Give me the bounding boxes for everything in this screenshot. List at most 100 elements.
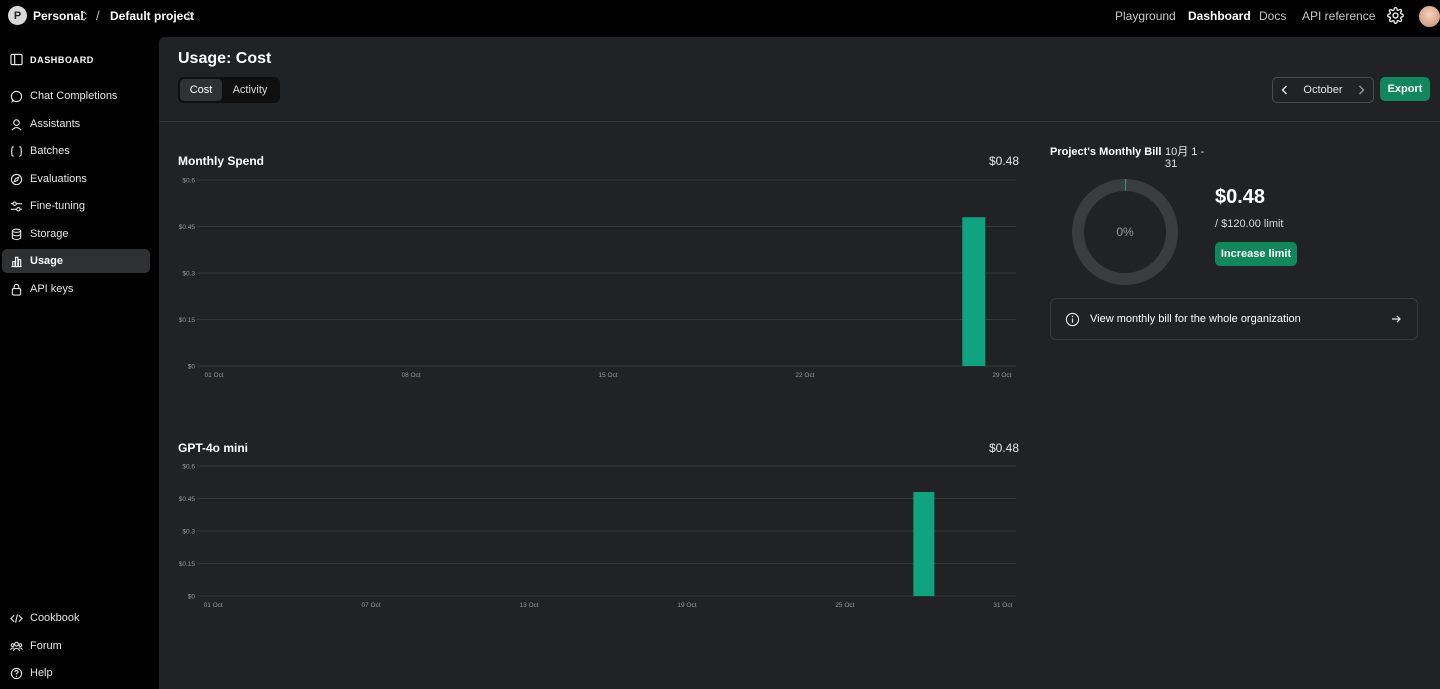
arrow-right-icon — [1392, 315, 1401, 323]
x-tick-label: 13 Oct — [519, 602, 538, 609]
assistant-icon — [11, 118, 22, 130]
export-button[interactable]: Export — [1380, 77, 1430, 101]
sidebar-item-label: Chat Completions — [30, 90, 118, 102]
bill-donut: 0% — [1072, 179, 1178, 285]
org-bill-text: View monthly bill for the whole organiza… — [1090, 313, 1301, 325]
chevron-updown-icon[interactable] — [185, 10, 193, 22]
x-tick-label: 22 Oct — [795, 372, 814, 379]
y-tick-label: $0.45 — [179, 496, 196, 503]
x-tick-label: 01 Oct — [204, 372, 223, 379]
chart-total: $0.48 — [988, 154, 1019, 168]
x-tick-label: 19 Oct — [677, 602, 696, 609]
page-title: Usage: Cost — [178, 50, 272, 67]
usage-tabs: Cost Activity — [178, 77, 280, 103]
x-tick-label: 25 Oct — [835, 602, 854, 609]
y-tick-label: $0.6 — [182, 464, 195, 471]
nav-playground[interactable]: Playground — [1115, 9, 1176, 23]
y-tick-label: $0 — [188, 594, 196, 601]
bar-chart-icon — [11, 256, 22, 267]
sidebar-item-label: API keys — [30, 283, 74, 295]
tab-activity[interactable]: Activity — [222, 79, 278, 101]
sidebar-item-label: Forum — [30, 640, 62, 652]
sidebar-toggle-icon[interactable] — [10, 53, 23, 66]
chevron-left-icon[interactable] — [1279, 84, 1291, 96]
lock-icon — [11, 283, 22, 296]
sidebar-header-label: DASHBOARD — [30, 54, 94, 65]
bill-range: 10月 1 - 31 — [1165, 146, 1209, 170]
sidebar-item-help[interactable]: Help — [2, 661, 150, 685]
sidebar-item-label: Storage — [30, 228, 69, 240]
sidebar-item-label: Assistants — [30, 118, 81, 130]
x-tick-label: 07 Oct — [362, 602, 381, 609]
compass-icon — [10, 173, 23, 185]
x-tick-label: 08 Oct — [401, 372, 420, 379]
chart-title: GPT-4o mini — [178, 441, 249, 455]
monthly-spend-chart: $0 $0.15 $0.3 $0.45 $0.6 01 Oct 08 Oct 15 Oct 22… — [179, 178, 1016, 379]
sidebar-item-evaluations[interactable]: Evaluations — [2, 167, 150, 191]
people-icon — [10, 641, 23, 651]
sidebar: DASHBOARD Chat Completions Assistants Ba… — [0, 34, 159, 689]
increase-limit-button[interactable]: Increase limit — [1215, 242, 1297, 266]
nav-api-reference[interactable]: API reference — [1302, 9, 1375, 23]
chevron-right-icon[interactable] — [1355, 84, 1367, 96]
gear-icon[interactable] — [1387, 7, 1404, 24]
info-icon — [1065, 312, 1080, 327]
bill-range-start: 10月 1 - — [1165, 146, 1205, 158]
y-tick-label: $0.45 — [179, 224, 196, 231]
user-avatar[interactable] — [1419, 6, 1440, 27]
sidebar-item-usage[interactable]: Usage — [2, 249, 150, 273]
code-icon — [10, 613, 23, 623]
sidebar-item-assistants[interactable]: Assistants — [2, 112, 150, 136]
sidebar-item-forum[interactable]: Forum — [2, 634, 150, 658]
nav-dashboard[interactable]: Dashboard — [1188, 9, 1251, 23]
org-switcher[interactable]: Personal — [33, 9, 84, 23]
sidebar-item-label: Help — [30, 667, 53, 679]
sidebar-item-cookbook[interactable]: Cookbook — [2, 606, 150, 630]
sidebar-item-chat-completions[interactable]: Chat Completions — [2, 84, 150, 108]
chart-total: $0.48 — [988, 441, 1019, 455]
x-tick-label: 31 Oct — [993, 602, 1012, 609]
sidebar-item-batches[interactable]: Batches — [2, 139, 150, 163]
x-tick-label: 29 Oct — [992, 372, 1011, 379]
database-icon — [11, 228, 22, 240]
x-tick-label: 15 Oct — [598, 372, 617, 379]
y-tick-label: $0 — [188, 364, 196, 371]
y-tick-label: $0.6 — [182, 178, 195, 185]
sidebar-item-label: Usage — [30, 255, 64, 267]
sidebar-item-label: Evaluations — [30, 173, 87, 185]
project-switcher[interactable]: Default project — [110, 9, 194, 23]
bill-percent: 0% — [1116, 225, 1134, 239]
tab-cost[interactable]: Cost — [180, 79, 222, 101]
sliders-icon — [10, 200, 23, 212]
x-tick-label: 01 Oct — [204, 602, 223, 609]
bill-title: Project's Monthly Bill — [1050, 146, 1162, 158]
chevron-updown-icon[interactable] — [80, 10, 88, 22]
month-label: October — [1303, 84, 1343, 96]
sidebar-item-label: Fine-tuning — [30, 200, 86, 212]
sidebar-item-label: Batches — [30, 145, 70, 157]
org-bill-link[interactable]: View monthly bill for the whole organiza… — [1050, 298, 1418, 340]
y-tick-label: $0.3 — [182, 529, 195, 536]
batches-icon — [10, 145, 23, 157]
sidebar-item-fine-tuning[interactable]: Fine-tuning — [2, 194, 150, 218]
sidebar-item-api-keys[interactable]: API keys — [2, 277, 150, 301]
gpt-4o-mini-chart: $0 $0.15 $0.3 $0.45 $0.6 01 Oct 07 Oct 13 Oct 19… — [179, 464, 1016, 609]
chat-icon — [10, 90, 23, 103]
y-tick-label: $0.15 — [179, 317, 196, 324]
sidebar-item-storage[interactable]: Storage — [2, 222, 150, 246]
org-avatar[interactable]: P — [8, 6, 27, 25]
y-tick-label: $0.3 — [182, 271, 195, 278]
help-icon — [10, 667, 23, 679]
header-divider — [159, 121, 1440, 122]
sidebar-item-label: Cookbook — [30, 612, 80, 624]
month-picker: October — [1272, 77, 1374, 103]
nav-docs[interactable]: Docs — [1259, 9, 1286, 23]
top-bar: P Personal / Default project Playground … — [0, 0, 1440, 34]
main-panel: Usage: Cost Cost Activity October Export… — [159, 37, 1440, 689]
bar — [913, 492, 935, 596]
breadcrumb-separator: / — [96, 8, 100, 23]
bill-limit: / $120.00 limit — [1215, 218, 1284, 230]
bill-range-end: 31 — [1165, 158, 1178, 170]
bill-amount: $0.48 — [1215, 186, 1266, 208]
sidebar-header[interactable]: DASHBOARD — [10, 53, 94, 66]
